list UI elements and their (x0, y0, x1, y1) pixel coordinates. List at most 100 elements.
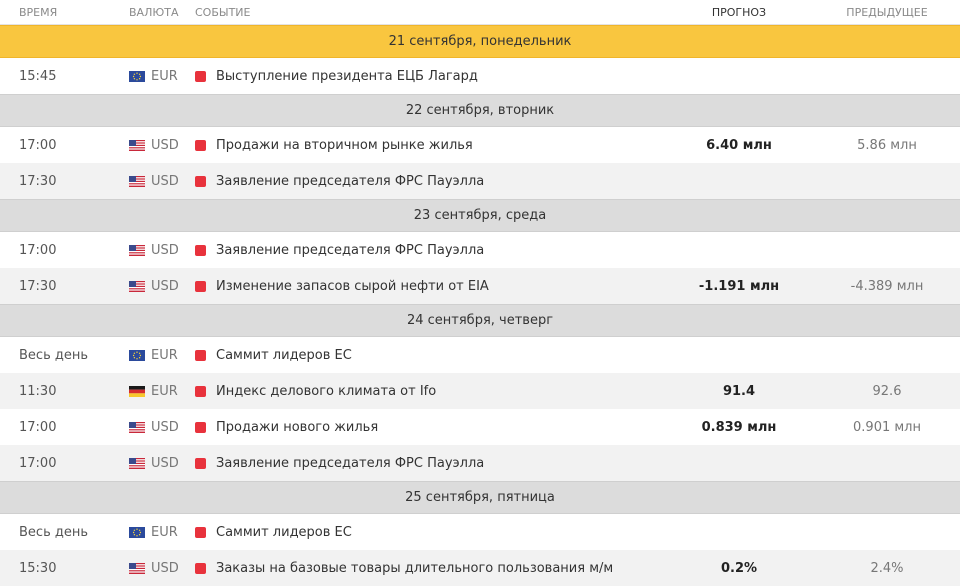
high-importance-icon (195, 280, 206, 292)
event-title[interactable]: Заявление председателя ФРС Пауэлла (216, 243, 484, 258)
currency-code: USD (151, 419, 179, 435)
event-title[interactable]: Продажи нового жилья (216, 420, 378, 435)
event-currency: EUR (110, 69, 195, 84)
event-currency: USD (110, 456, 195, 471)
event-forecast: 0.839 млн (701, 419, 777, 435)
event-cell: Заявление председателя ФРС Пауэлла (195, 174, 664, 189)
event-previous: 92.6 (872, 383, 902, 399)
event-forecast: -1.191 млн (698, 278, 780, 294)
event-cell: Изменение запасов сырой нефти от EIA (195, 279, 664, 294)
day-label: 25 сентября, пятница (405, 490, 555, 505)
high-importance-icon (195, 139, 206, 151)
event-title[interactable]: Заявление председателя ФРС Пауэлла (216, 174, 484, 189)
event-title[interactable]: Изменение запасов сырой нефти от EIA (216, 279, 489, 294)
event-time: 17:30 (19, 173, 57, 189)
day-label: 24 сентября, четверг (406, 313, 554, 328)
event-time: 15:45 (19, 68, 57, 84)
day-label: 22 сентября, вторник (405, 103, 555, 118)
us-flag-icon (129, 457, 145, 469)
us-flag-icon (129, 175, 145, 187)
table-row[interactable]: Весь день EUR Саммит лидеров ЕС (0, 337, 960, 373)
event-previous: -4.389 млн (850, 278, 924, 294)
high-importance-icon (195, 70, 206, 82)
event-title[interactable]: Саммит лидеров ЕС (216, 348, 352, 363)
event-title[interactable]: Индекс делового климата от Ifo (216, 384, 436, 399)
high-importance-icon (195, 526, 206, 538)
high-importance-icon (195, 385, 206, 397)
currency-code: USD (151, 455, 179, 471)
event-cell: Саммит лидеров ЕС (195, 348, 664, 363)
calendar-body: 21 сентября, понедельник 15:45 EUR Высту… (0, 25, 960, 586)
event-title[interactable]: Заказы на базовые товары длительного пол… (216, 561, 613, 576)
event-cell: Заказы на базовые товары длительного пол… (195, 561, 664, 576)
table-row[interactable]: 17:00 USD Продажи нового жилья 0.839 млн… (0, 409, 960, 445)
day-separator: 23 сентября, среда (0, 199, 960, 232)
event-cell: Заявление председателя ФРС Пауэлла (195, 243, 664, 258)
day-separator: 21 сентября, понедельник (0, 25, 960, 58)
us-flag-icon (129, 421, 145, 433)
high-importance-icon (195, 457, 206, 469)
day-label: 23 сентября, среда (413, 208, 547, 223)
us-flag-icon (129, 562, 145, 574)
event-currency: USD (110, 174, 195, 189)
currency-code: USD (151, 242, 179, 258)
event-forecast: 6.40 млн (706, 137, 772, 153)
table-row[interactable]: 15:30 USD Заказы на базовые товары длите… (0, 550, 960, 586)
event-cell: Заявление председателя ФРС Пауэлла (195, 456, 664, 471)
eu-flag-icon (129, 526, 145, 538)
currency-code: USD (151, 278, 179, 294)
table-row[interactable]: 17:00 USD Заявление председателя ФРС Пау… (0, 445, 960, 481)
table-row[interactable]: 17:30 USD Заявление председателя ФРС Пау… (0, 163, 960, 199)
header-previous: Предыдущее (846, 5, 928, 19)
event-cell: Продажи на вторичном рынке жилья (195, 138, 664, 153)
event-time: 17:00 (19, 242, 57, 258)
high-importance-icon (195, 421, 206, 433)
currency-code: EUR (151, 347, 178, 363)
event-time: Весь день (19, 524, 89, 540)
event-currency: EUR (110, 348, 195, 363)
table-row[interactable]: Весь день EUR Саммит лидеров ЕС (0, 514, 960, 550)
event-currency: USD (110, 243, 195, 258)
event-title[interactable]: Выступление президента ЕЦБ Лагард (216, 69, 478, 84)
currency-code: USD (151, 173, 179, 189)
table-row[interactable]: 17:00 USD Заявление председателя ФРС Пау… (0, 232, 960, 268)
economic-calendar: Время Валюта Событие Прогноз Предыдущее … (0, 0, 960, 586)
event-cell: Продажи нового жилья (195, 420, 664, 435)
event-currency: USD (110, 561, 195, 576)
header-forecast: Прогноз (711, 5, 767, 19)
event-time: 11:30 (19, 383, 57, 399)
currency-code: EUR (151, 68, 178, 84)
table-row[interactable]: 17:00 USD Продажи на вторичном рынке жил… (0, 127, 960, 163)
header-currency: Валюта (129, 5, 179, 19)
event-time: 15:30 (19, 560, 57, 576)
event-time: Весь день (19, 347, 89, 363)
table-row[interactable]: 11:30 EUR Индекс делового климата от Ifo… (0, 373, 960, 409)
event-forecast: 0.2% (720, 560, 758, 576)
event-forecast: 91.4 (722, 383, 756, 399)
day-separator: 25 сентября, пятница (0, 481, 960, 514)
event-time: 17:30 (19, 278, 57, 294)
event-title[interactable]: Продажи на вторичном рынке жилья (216, 138, 473, 153)
event-time: 17:00 (19, 137, 57, 153)
table-row[interactable]: 15:45 EUR Выступление президента ЕЦБ Лаг… (0, 58, 960, 94)
event-cell: Выступление президента ЕЦБ Лагард (195, 69, 664, 84)
high-importance-icon (195, 175, 206, 187)
day-separator: 24 сентября, четверг (0, 304, 960, 337)
us-flag-icon (129, 244, 145, 256)
event-cell: Саммит лидеров ЕС (195, 525, 664, 540)
header-time: Время (19, 5, 58, 19)
us-flag-icon (129, 280, 145, 292)
de-flag-icon (129, 385, 145, 397)
table-row[interactable]: 17:30 USD Изменение запасов сырой нефти … (0, 268, 960, 304)
event-time: 17:00 (19, 419, 57, 435)
event-previous: 0.901 млн (853, 419, 921, 435)
header-event: Событие (195, 5, 251, 19)
currency-code: EUR (151, 524, 178, 540)
event-title[interactable]: Заявление председателя ФРС Пауэлла (216, 456, 484, 471)
eu-flag-icon (129, 349, 145, 361)
event-previous: 5.86 млн (857, 137, 917, 153)
event-title[interactable]: Саммит лидеров ЕС (216, 525, 352, 540)
high-importance-icon (195, 244, 206, 256)
event-currency: USD (110, 420, 195, 435)
high-importance-icon (195, 562, 206, 574)
